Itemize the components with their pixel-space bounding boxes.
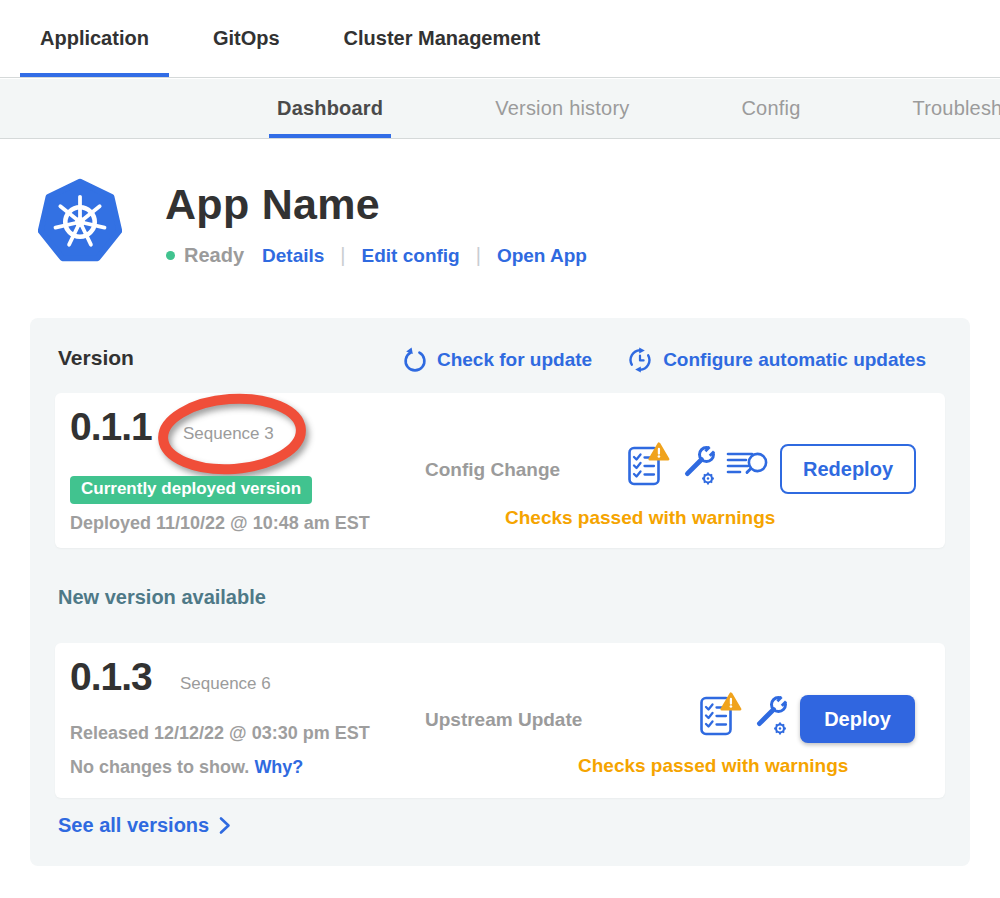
configure-automatic-updates-link[interactable]: Configure automatic updates (626, 346, 926, 374)
config-wrench-icon[interactable] (751, 690, 789, 738)
view-files-icon[interactable] (726, 444, 769, 484)
new-version-number: 0.1.3 (70, 655, 152, 699)
change-type-label: Upstream Update (425, 709, 582, 731)
status-dot (166, 251, 175, 260)
new-version-heading: New version available (58, 586, 266, 609)
tab-gitops[interactable]: GitOps (193, 0, 300, 77)
current-version-number: 0.1.1 (70, 405, 152, 449)
app-status-row: Ready Details | Edit config | Open App (166, 244, 587, 267)
preflight-checks-icon[interactable] (700, 690, 742, 738)
tab-version-history[interactable]: Version history (495, 79, 629, 138)
version-panel: Version Check for update Configure autom… (30, 318, 970, 866)
app-nav: Dashboard Version history Config Trouble… (0, 79, 1000, 139)
kubernetes-logo (38, 178, 122, 266)
separator: | (476, 244, 481, 267)
open-app-link[interactable]: Open App (497, 245, 587, 267)
app-name: App Name (165, 180, 380, 229)
checks-status-current: Checks passed with warnings (505, 507, 775, 529)
preflight-checks-icon[interactable] (628, 440, 670, 488)
check-for-update-link[interactable]: Check for update (402, 347, 592, 373)
chevron-right-icon (219, 816, 231, 835)
tab-application[interactable]: Application (20, 0, 169, 77)
details-link[interactable]: Details (262, 245, 324, 267)
tab-cluster-management[interactable]: Cluster Management (324, 0, 561, 77)
checks-status-new: Checks passed with warnings (578, 755, 848, 777)
new-version-sequence: Sequence 6 (180, 674, 271, 694)
primary-nav: Application GitOps Cluster Management (0, 0, 1000, 78)
released-timestamp: Released 12/12/22 @ 03:30 pm EST (70, 723, 370, 744)
new-version-card: 0.1.3 Sequence 6 Released 12/12/22 @ 03:… (55, 643, 945, 798)
tab-troubleshoot[interactable]: Troubleshoot (912, 79, 1000, 138)
redeploy-button[interactable]: Redeploy (780, 444, 916, 494)
status-label: Ready (184, 244, 244, 267)
see-all-versions-link[interactable]: See all versions (58, 814, 231, 837)
version-panel-title: Version (58, 346, 134, 370)
separator: | (340, 244, 345, 267)
tab-dashboard[interactable]: Dashboard (277, 79, 383, 138)
deployed-badge: Currently deployed version (70, 476, 312, 504)
no-changes-row: No changes to show. Why? (70, 757, 303, 778)
change-type-label: Config Change (425, 459, 560, 481)
current-version-sequence: Sequence 3 (183, 424, 274, 444)
refresh-icon (402, 347, 428, 373)
why-link[interactable]: Why? (254, 757, 303, 777)
deployed-timestamp: Deployed 11/10/22 @ 10:48 am EST (70, 513, 370, 534)
auto-update-icon (626, 346, 654, 374)
tab-config[interactable]: Config (741, 79, 800, 138)
current-version-card: 0.1.1 Sequence 3 Currently deployed vers… (55, 393, 945, 548)
edit-config-link[interactable]: Edit config (362, 245, 460, 267)
deploy-button[interactable]: Deploy (800, 695, 915, 743)
config-wrench-icon[interactable] (679, 440, 717, 488)
